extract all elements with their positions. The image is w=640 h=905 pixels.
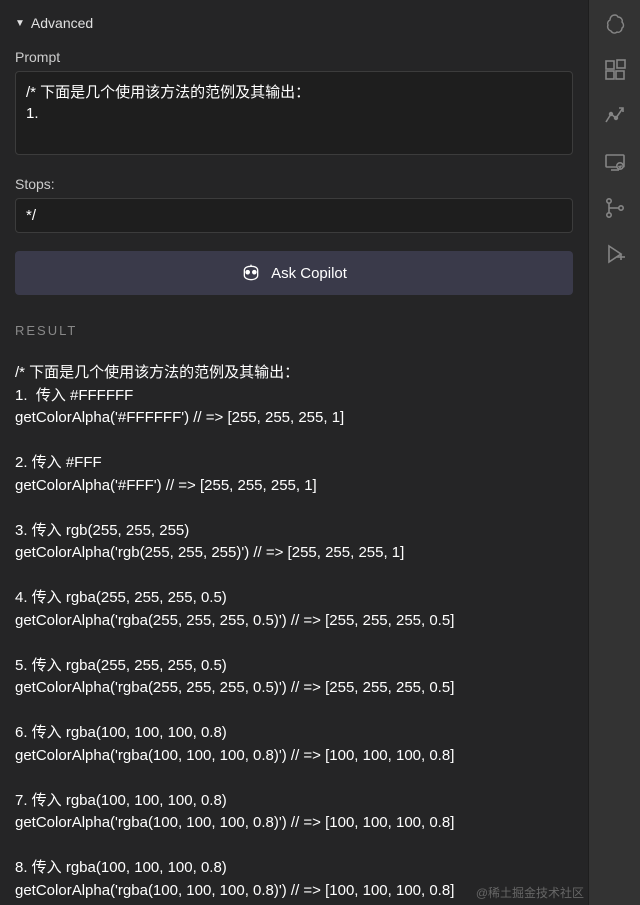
result-heading: RESULT	[15, 323, 573, 338]
prompt-textarea[interactable]	[15, 71, 573, 155]
remote-icon[interactable]	[601, 148, 629, 176]
git-icon[interactable]	[601, 194, 629, 222]
ask-copilot-label: Ask Copilot	[271, 265, 347, 282]
chevron-down-icon: ▼	[15, 18, 25, 29]
watermark: @稀土掘金技术社区	[476, 884, 584, 901]
debug-icon[interactable]	[601, 240, 629, 268]
advanced-section-header[interactable]: ▼ Advanced	[15, 15, 573, 31]
stops-label: Stops:	[15, 176, 573, 192]
result-body: /* 下面是几个使用该方法的范例及其输出： 1. 传入 #FFFFFF getC…	[15, 362, 573, 902]
stops-input[interactable]	[15, 198, 573, 233]
prompt-label: Prompt	[15, 49, 573, 65]
activity-bar	[588, 0, 640, 905]
openai-icon[interactable]	[601, 10, 629, 38]
advanced-title: Advanced	[31, 15, 93, 31]
graph-icon[interactable]	[601, 102, 629, 130]
extensions-icon[interactable]	[601, 56, 629, 84]
main-panel: ▼ Advanced Prompt Stops: Ask Copilot RES…	[0, 0, 588, 905]
copilot-icon	[241, 263, 261, 283]
ask-copilot-button[interactable]: Ask Copilot	[15, 251, 573, 295]
